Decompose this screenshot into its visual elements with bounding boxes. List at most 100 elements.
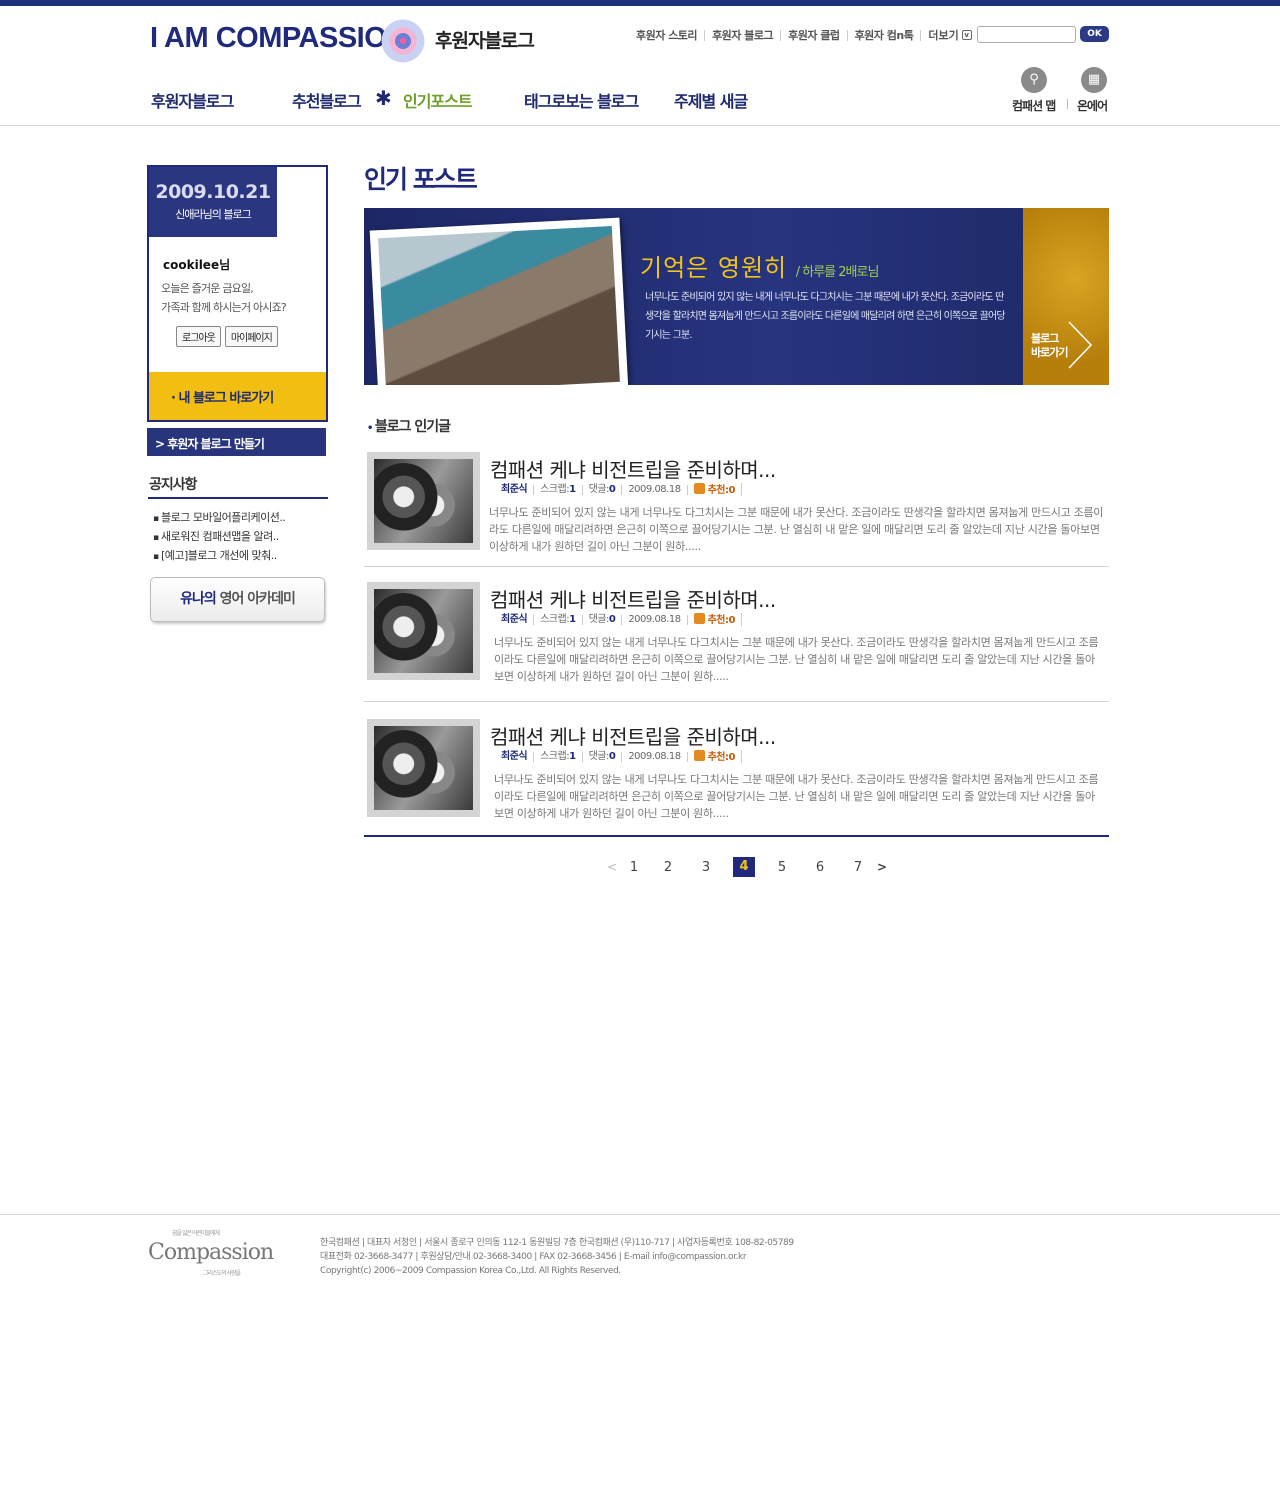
banner-text: 너무나도 준비되어 있지 않는 내게 너무나도 다그치시는 그분 때문에 내가 …: [645, 292, 1006, 341]
academy-name: 유나의: [180, 591, 217, 607]
account-buttons: 로그아웃 마이페이지: [176, 326, 278, 347]
search-ok-button[interactable]: OK: [1080, 26, 1109, 42]
post-date: 2009.08.18: [622, 751, 688, 762]
post-meta: 최준식 스크랩:1 댓글:0 2009.08.18 추천:0: [495, 750, 742, 763]
utility-nav: 후원자 스토리 후원자 블로그 후원자 클럽 후원자 컴n톡 더보기 v: [636, 27, 978, 43]
search-icon[interactable]: ⚲: [1021, 67, 1047, 93]
post-excerpt: 너무나도 준비되어 있지 않는 내게 너무나도 다그치시는 그분 때문에 내가 …: [494, 773, 1099, 820]
post-item: 컴패션 케냐 비전트립을 준비하며... 최준식 스크랩:1 댓글:0 2009…: [364, 452, 1109, 567]
banner-headline: 기억은 영원히 / 하루를 2배로님: [640, 248, 880, 283]
banner-go-line-1: 블로그: [1031, 332, 1059, 345]
banner-headline-sub: / 하루를 2배로님: [795, 265, 880, 280]
post-author[interactable]: 최준식: [495, 751, 535, 762]
notice-item[interactable]: 새로워진 컴패션맵을 알려..: [153, 528, 285, 547]
section-title: • 블로그 인기글: [367, 419, 451, 435]
on-air-link[interactable]: 온에어: [1077, 97, 1108, 114]
featured-banner[interactable]: 기억은 영원히 / 하루를 2배로님 너무나도 준비되어 있지 않는 내게 너무…: [364, 208, 1109, 385]
pager-page-current[interactable]: 4: [733, 857, 755, 877]
gnb-topic-new[interactable]: 주제별 새글: [674, 88, 748, 112]
notice-divider: [148, 497, 328, 499]
thumbs-up-icon: [693, 750, 705, 761]
post-thumbnail[interactable]: [367, 582, 480, 680]
thumbs-up-icon: [693, 483, 705, 494]
pager-page[interactable]: 7: [839, 860, 877, 875]
post-meta: 최준식 스크랩:1 댓글:0 2009.08.18 추천:0: [495, 613, 742, 626]
pager-page[interactable]: 5: [763, 860, 801, 875]
notice-item[interactable]: 블로그 모바일어플리케이션..: [153, 509, 286, 528]
academy-label: 영어 아카데미: [219, 591, 296, 607]
thumbs-up-icon: [693, 613, 705, 624]
page-title: 인기 포스트: [364, 165, 478, 194]
footer-logo-text: Compassion: [148, 1240, 274, 1265]
gift-icon[interactable]: ▦: [1081, 67, 1107, 93]
post-excerpt: 너무나도 준비되어 있지 않는 내게 너무나도 다그치시는 그분 때문에 내가 …: [494, 636, 1099, 683]
util-link-talk[interactable]: 후원자 컴n톡: [848, 29, 922, 41]
util-link-club[interactable]: 후원자 클럽: [781, 29, 848, 41]
footer-info: 한국컴패션 | 대표자 서정인 | 서울시 종로구 인의동 112-1 동원빌딩…: [320, 1236, 794, 1278]
site-logo-subtitle[interactable]: 후원자블로그: [435, 26, 535, 53]
user-profile-box: 2009.10.21 신애라님의 블로그 cookilee님 오늘은 즐거운 금…: [147, 165, 328, 422]
banner-go-line-2: 바로가기: [1031, 346, 1068, 359]
post-recommend[interactable]: 추천:0: [688, 613, 742, 626]
site-logo[interactable]: I AM COMPASSION: [150, 22, 407, 55]
my-blog-button[interactable]: · 내 블로그 바로가기: [149, 372, 326, 420]
compassion-map-link[interactable]: 컴패션 맵: [1012, 97, 1056, 114]
post-scrap: 스크랩:1: [534, 751, 583, 762]
pager-prev-button[interactable]: <: [607, 860, 619, 874]
gnb-popular-post[interactable]: 인기포스트: [403, 88, 473, 112]
pager-next-button[interactable]: >: [877, 860, 889, 874]
post-thumbnail[interactable]: [367, 719, 480, 817]
util-link-blog[interactable]: 후원자 블로그: [705, 29, 782, 41]
footer-logo-tagline-2: 그리스도의 사랑을: [203, 1270, 241, 1277]
notice-item[interactable]: [예고]블로그 개선에 맞춰..: [153, 547, 285, 566]
logout-button[interactable]: 로그아웃: [176, 326, 221, 347]
post-date: 2009.08.18: [622, 614, 688, 625]
date-text: 2009.10.21: [155, 181, 271, 203]
post-date: 2009.08.18: [622, 484, 688, 495]
pagination: < 1 2 3 4 5 6 7 >: [607, 857, 889, 877]
site-header: I AM COMPASSION 후원자블로그 후원자 스토리 후원자 블로그 후…: [0, 6, 1280, 126]
pager-page[interactable]: 3: [687, 860, 725, 875]
post-scrap: 스크랩:1: [534, 614, 583, 625]
footer-copyright: Copyright(c) 2006~2009 Compassion Korea …: [320, 1266, 621, 1276]
post-meta: 최준식 스크랩:1 댓글:0 2009.08.18 추천:0: [495, 483, 742, 496]
banner-go-link[interactable]: 블로그 바로가기: [1031, 332, 1068, 360]
post-comments: 댓글:0: [583, 484, 623, 495]
post-thumbnail[interactable]: [367, 452, 480, 550]
post-scrap: 스크랩:1: [534, 484, 583, 495]
make-blog-button[interactable]: > 후원자 블로그 만들기: [147, 428, 326, 456]
footer-line-2: 대표전화 02-3668-3477 | 후원상담/안내 02-3668-3400…: [320, 1252, 747, 1262]
english-academy-banner[interactable]: 유나의 영어 아카데미: [150, 577, 325, 622]
gnb-sponsor-blog[interactable]: 후원자블로그: [151, 88, 234, 112]
footer-logo: 꿈을 잃은 어린이들에게 Compassion 그리스도의 사랑을: [148, 1230, 274, 1277]
post-author[interactable]: 최준식: [495, 614, 535, 625]
notice-list: 블로그 모바일어플리케이션.. 새로워진 컴패션맵을 알려.. [예고]블로그 …: [153, 509, 286, 566]
post-recommend[interactable]: 추천:0: [688, 483, 742, 496]
greeting-line-2: 가족과 함께 하시는거 아시죠?: [161, 301, 287, 314]
util-more-button[interactable]: 더보기 v: [921, 27, 977, 43]
gnb-tag-blog[interactable]: 태그로보는 블로그: [524, 88, 639, 112]
pager-page[interactable]: 6: [801, 860, 839, 875]
util-link-story[interactable]: 후원자 스토리: [636, 29, 706, 41]
post-title[interactable]: 컴패션 케냐 비전트립을 준비하며...: [490, 584, 776, 613]
search-input[interactable]: [977, 26, 1076, 43]
post-recommend[interactable]: 추천:0: [688, 750, 742, 763]
greeting-line-1: 오늘은 즐거운 금요일,: [161, 282, 254, 295]
date-badge: 2009.10.21 신애라님의 블로그: [149, 167, 277, 237]
post-divider: [364, 566, 1109, 567]
chevron-down-icon: v: [961, 30, 972, 40]
star-icon: ✱: [375, 86, 392, 110]
banner-headline-text: 기억은 영원히: [640, 254, 788, 282]
pager-page[interactable]: 2: [649, 860, 687, 875]
post-author[interactable]: 최준식: [495, 484, 535, 495]
post-title[interactable]: 컴패션 케냐 비전트립을 준비하며...: [490, 454, 776, 483]
logo-burst-icon: [378, 16, 428, 66]
banner-photo: [369, 217, 629, 385]
gnb-recommended-blog[interactable]: 추천블로그: [292, 88, 362, 112]
post-title[interactable]: 컴패션 케냐 비전트립을 준비하며...: [490, 721, 776, 750]
util-more-label: 더보기: [928, 29, 959, 42]
list-bottom-line: [364, 835, 1109, 837]
pager-page[interactable]: 1: [619, 860, 649, 875]
footer-divider: [0, 1214, 1280, 1215]
mypage-button[interactable]: 마이페이지: [224, 326, 278, 347]
